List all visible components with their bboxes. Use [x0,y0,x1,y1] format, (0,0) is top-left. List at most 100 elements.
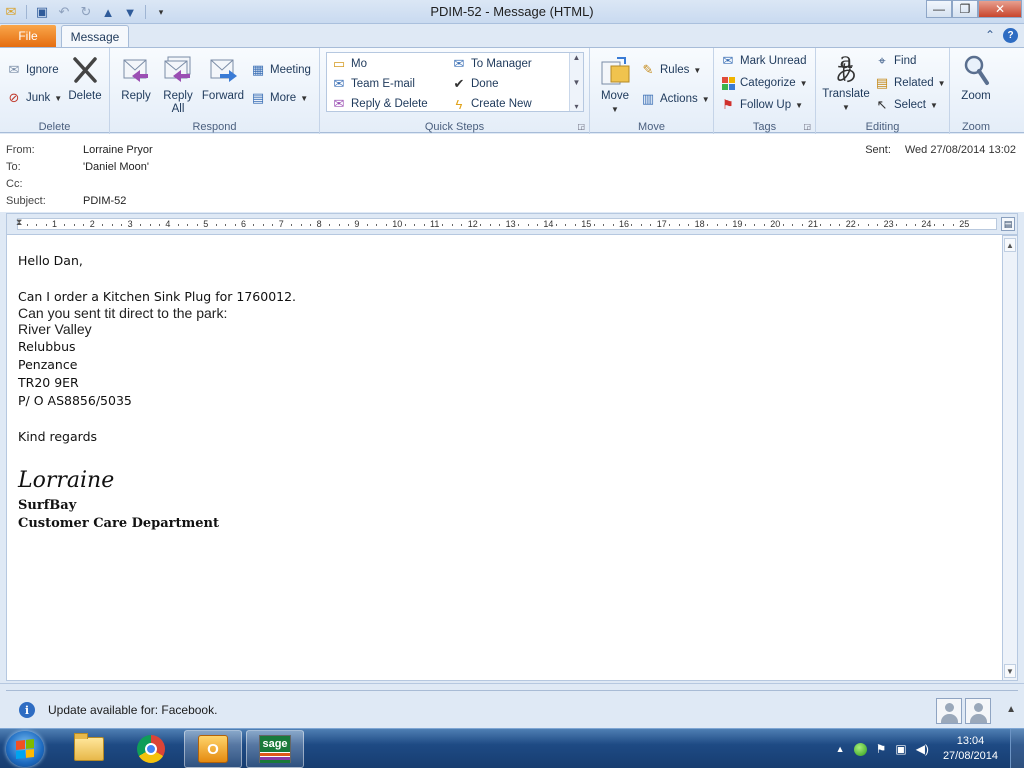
related-icon: ▤ [875,75,889,90]
scroll-up-icon[interactable]: ▲ [1004,238,1016,252]
to-value[interactable]: 'Daniel Moon' [83,161,149,177]
ignore-icon: ✉ [8,62,20,77]
more-button[interactable]: ▤ More ▼ [250,90,308,106]
quick-step-team-email[interactable]: ✉ Team E-mail [331,76,415,92]
cc-label: Cc: [6,178,23,190]
ruler-tick [329,224,331,226]
quick-step-reply-delete[interactable]: ✉ Reply & Delete [331,96,428,112]
ruler-tick [149,224,151,226]
collapse-ribbon-icon[interactable]: ⌃ [985,28,995,43]
find-button[interactable]: ⌖ Find [874,53,916,69]
action-center-flag-icon[interactable]: ⚑ [876,742,887,756]
actions-button[interactable]: ▥ Actions ▼ [640,91,710,107]
ruler-tick [669,224,671,226]
scroll-up-icon[interactable]: ▲ [573,53,581,62]
status-icon[interactable] [853,742,867,756]
ruler-tick [404,224,406,226]
tags-group-label: Tags [752,121,777,133]
categorize-button[interactable]: Categorize ▼ [720,75,808,91]
ruler-tick [640,224,642,226]
ruler-tick [177,224,179,226]
taskbar-outlook[interactable]: O [184,730,242,768]
quick-step-create-new[interactable]: ϟ Create New [451,96,532,112]
vertical-scrollbar[interactable]: ▲ ▼ [1002,235,1018,681]
reply-all-label-1: Reply [163,90,193,102]
follow-up-button[interactable]: ⚑ Follow Up ▼ [720,97,803,113]
taskbar-sage[interactable]: sage [246,730,304,768]
help-icon[interactable]: ? [1003,28,1018,43]
binoculars-icon: ⌖ [878,53,886,68]
ruler-tick [196,224,198,226]
message-body[interactable]: Hello Dan, Can I order a Kitchen Sink Pl… [6,235,1002,681]
ruler-number: 8 [316,219,322,229]
from-value[interactable]: Lorraine Pryor [83,144,153,160]
volume-icon[interactable]: ◀) [916,742,929,756]
ruler-number: 21 [808,219,819,229]
ruler-number: 15 [581,219,592,229]
ruler-tick [489,224,491,226]
ruler-number: 17 [656,219,667,229]
quick-step-label: Reply & Delete [351,98,428,110]
reply-button[interactable]: Reply [116,54,156,103]
maximize-button[interactable]: ❐ [952,0,978,18]
ruler-tick [26,224,28,226]
respond-group-label: Respond [192,121,237,133]
reply-all-button[interactable]: Reply All [158,54,198,116]
chevron-down-icon: ▼ [795,100,804,110]
rules-button[interactable]: ✎ Rules ▼ [640,62,702,78]
ruler-tick [943,224,945,226]
ribbon-tabs: File Message ⌃ ? [0,24,1024,48]
mark-unread-button[interactable]: ✉ Mark Unread [720,53,807,69]
expand-people-pane-icon[interactable]: ▲ [1006,704,1016,715]
taskbar: O sage ▲ ⚑ ▣ ◀) 13:04 27/08/2014 [0,728,1024,768]
clock[interactable]: 13:04 27/08/2014 [943,734,998,764]
indent-marker-icon[interactable]: ⧗ [16,217,22,228]
delete-button[interactable]: Delete [66,54,104,103]
network-icon[interactable]: ▣ [895,742,906,756]
forward-button[interactable]: Forward [200,54,246,103]
quick-step-label: Mo [351,58,367,70]
meeting-button[interactable]: ▦ Meeting [250,62,311,78]
ruler[interactable]: ⧗ 1 2 3 4 5 6 7 8 9 10 11 12 13 14 15 16 17 18 19 20 21 22 23 2… [16,217,997,230]
show-desktop-button[interactable] [1010,729,1024,768]
taskbar-chrome[interactable] [122,730,180,768]
ruler-number: 5 [203,219,209,229]
editing-group: aあ Translate ▼ ⌖ Find ▤ Related ▼ ↖ Sele… [816,48,950,134]
ruler-number: 25 [959,219,970,229]
close-button[interactable]: ✕ [978,0,1022,18]
update-notice[interactable]: Update available for: Facebook. [48,703,217,717]
quick-step-to-manager[interactable]: ✉ To Manager [451,56,532,72]
ruler-number: 1 [52,219,58,229]
reply-all-label-2: All [171,103,185,115]
expand-gallery-icon[interactable]: ▾ [574,102,578,111]
related-button[interactable]: ▤ Related ▼ [874,75,946,91]
select-button[interactable]: ↖ Select ▼ [874,97,938,113]
quick-step-mo[interactable]: ▭ Mo [331,56,367,72]
sage-logo-text: sage [260,736,290,752]
translate-button[interactable]: aあ Translate ▼ [820,51,872,114]
body-greeting: Hello Dan, [18,253,83,268]
tab-message[interactable]: Message [61,25,129,48]
ruler-tick [536,224,538,226]
tab-file[interactable]: File [0,25,56,47]
dialog-launcher-icon[interactable]: ◲ [577,122,585,131]
ruler-tick [140,224,142,226]
contact-avatar[interactable] [965,698,991,724]
junk-button[interactable]: ⊘ Junk ▼ [6,90,63,106]
zoom-button[interactable]: Zoom [956,54,996,103]
zoom-group-label: Zoom [961,121,991,133]
scroll-down-icon[interactable]: ▼ [573,78,581,87]
dialog-launcher-icon[interactable]: ◲ [803,122,811,131]
view-ruler-icon[interactable]: ▤ [1001,217,1015,231]
ignore-button[interactable]: ✉ Ignore [6,62,59,78]
start-button[interactable] [6,731,44,767]
show-hidden-icons-icon[interactable]: ▲ [836,744,845,754]
scroll-down-icon[interactable]: ▼ [1004,664,1016,678]
minimize-button[interactable]: — [926,0,952,18]
quick-step-done[interactable]: ✔ Done [451,76,499,92]
move-button[interactable]: Move ▼ [596,54,634,116]
quick-steps-gallery: ▭ Mo ✉ To Manager ✉ Team E-mail ✔ Done ✉… [326,52,584,112]
chevron-down-icon: ▼ [54,93,63,103]
taskbar-explorer[interactable] [60,730,118,768]
contact-avatar[interactable] [936,698,962,724]
